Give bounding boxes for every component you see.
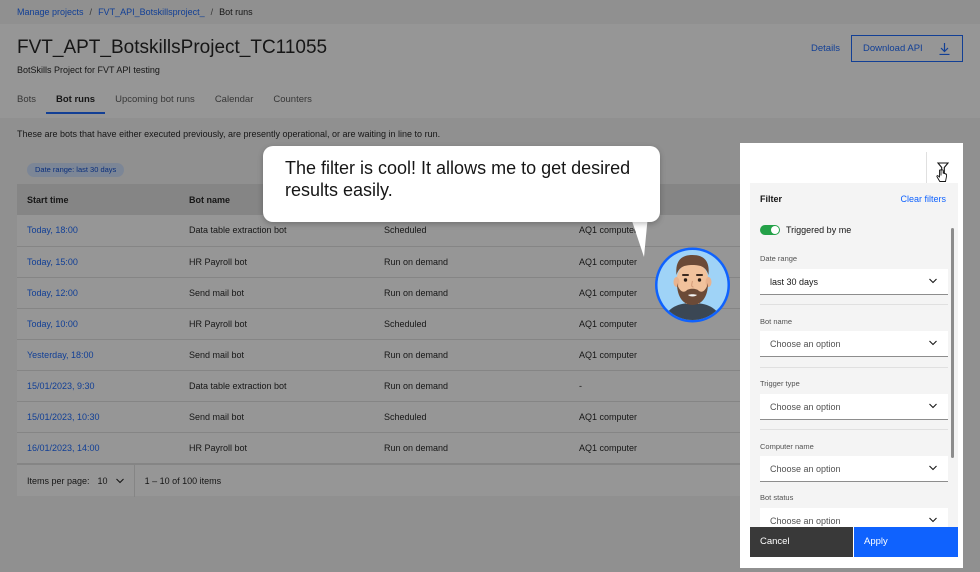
toggle-knob — [771, 226, 779, 234]
filter-panel: Filter Clear filters Triggered by me Dat… — [750, 183, 958, 528]
apply-button[interactable]: Apply — [854, 527, 958, 557]
avatar — [655, 247, 730, 323]
chevron-down-icon — [929, 403, 937, 409]
trigger-type-label: Trigger type — [760, 379, 800, 388]
field-divider — [760, 304, 948, 305]
triggered-by-me-label: Triggered by me — [786, 225, 852, 235]
field-divider — [760, 429, 948, 430]
filter-panel-title: Filter — [760, 194, 783, 204]
chevron-down-icon — [929, 340, 937, 346]
speech-bubble: The filter is cool! It allows me to get … — [263, 146, 660, 222]
computer-name-label: Computer name — [760, 442, 814, 451]
triggered-by-me-toggle[interactable] — [760, 225, 780, 235]
chevron-down-icon — [929, 278, 937, 284]
bot-status-placeholder: Choose an option — [770, 516, 841, 526]
trigger-type-placeholder: Choose an option — [770, 402, 841, 412]
bot-name-select[interactable]: Choose an option — [760, 331, 948, 357]
filter-panel-scrollbar[interactable] — [951, 228, 954, 458]
cancel-button[interactable]: Cancel — [750, 527, 853, 557]
cursor-hand-icon — [936, 169, 947, 182]
computer-name-placeholder: Choose an option — [770, 464, 841, 474]
filter-toggle-button[interactable] — [926, 152, 958, 184]
chevron-down-icon — [929, 517, 937, 523]
field-divider — [760, 367, 948, 368]
bot-name-label: Bot name — [760, 317, 793, 326]
date-range-label: Date range — [760, 254, 798, 263]
chevron-down-icon — [929, 465, 937, 471]
bot-status-select[interactable]: Choose an option — [760, 508, 948, 528]
bot-status-label: Bot status — [760, 493, 794, 502]
speech-bubble-text: The filter is cool! It allows me to get … — [285, 158, 631, 200]
date-range-value: last 30 days — [770, 277, 819, 287]
bot-name-placeholder: Choose an option — [770, 339, 841, 349]
clear-filters-link[interactable]: Clear filters — [900, 194, 946, 204]
trigger-type-select[interactable]: Choose an option — [760, 394, 948, 420]
date-range-select[interactable]: last 30 days — [760, 269, 948, 295]
computer-name-select[interactable]: Choose an option — [760, 456, 948, 482]
